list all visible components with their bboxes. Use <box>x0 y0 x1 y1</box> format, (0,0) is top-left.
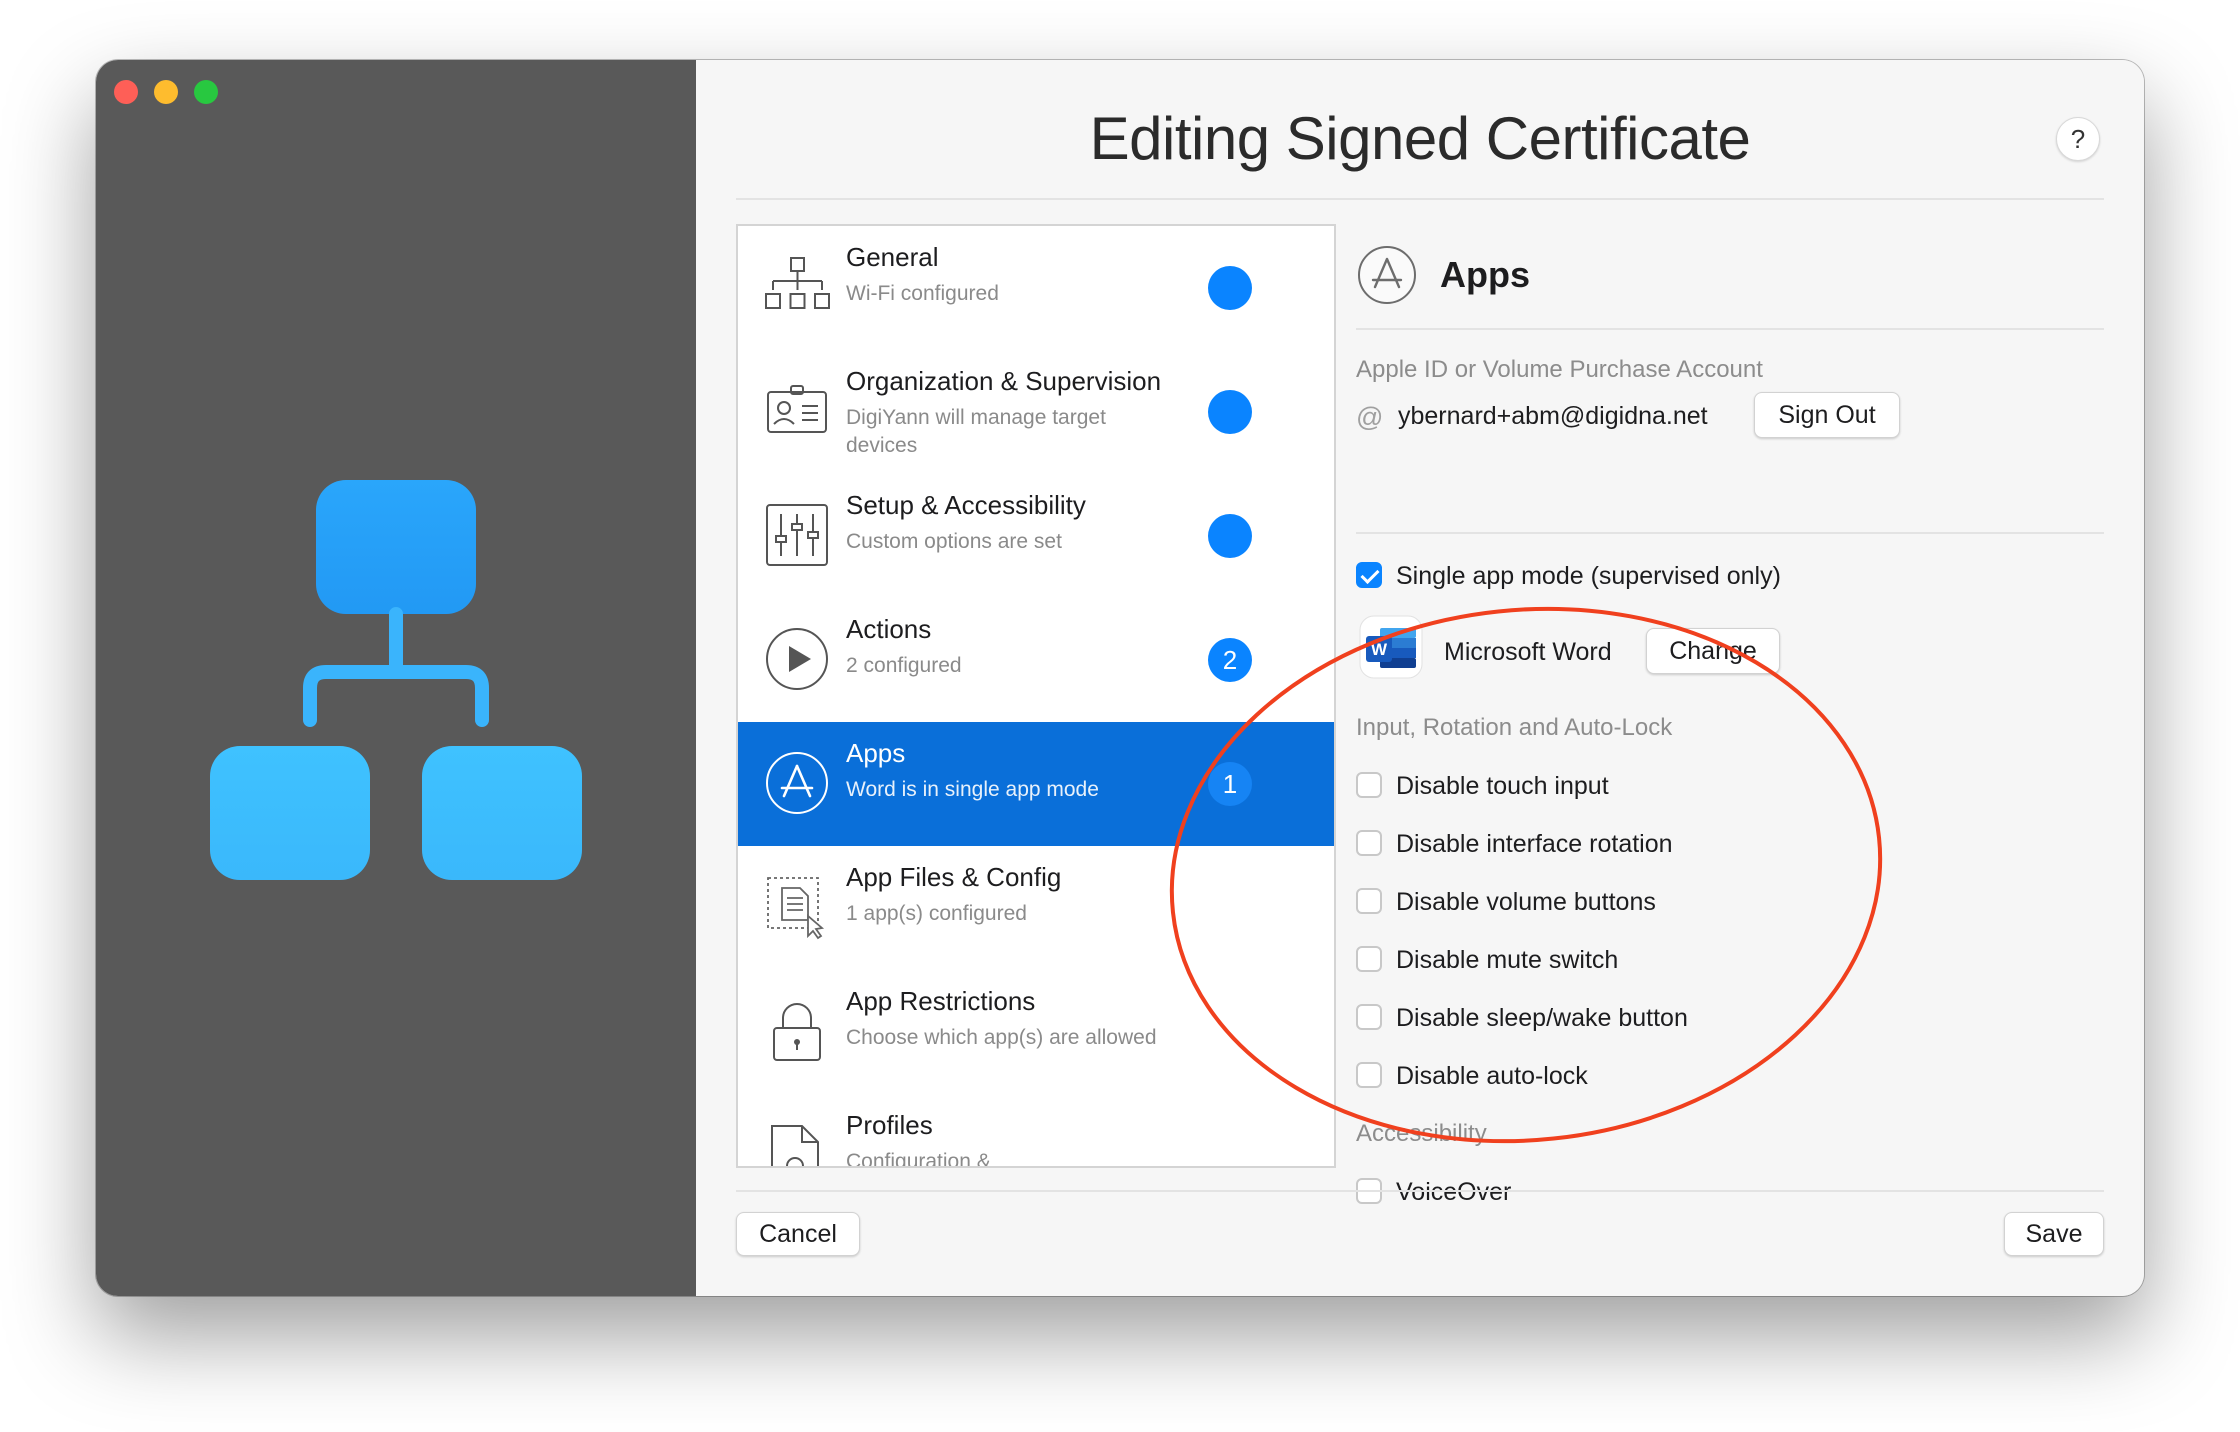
disable-sleep-wake-checkbox[interactable] <box>1356 1004 1382 1030</box>
section-title: Apps <box>1440 254 1530 295</box>
sliders-icon <box>766 504 828 566</box>
section-divider <box>1356 328 2104 330</box>
option-label: Disable interface rotation <box>1396 830 1673 858</box>
title-divider <box>736 198 2104 200</box>
app-store-icon <box>1358 246 1416 304</box>
sign-out-button[interactable]: Sign Out <box>1754 392 1900 438</box>
disable-volume-buttons-checkbox[interactable] <box>1356 888 1382 914</box>
single-app-mode-label: Single app mode (supervised only) <box>1396 562 1781 590</box>
sidebar-item-label: General <box>846 242 939 272</box>
main-pane: Editing Signed Certificate ? General Wi-… <box>696 60 2144 1296</box>
hierarchy-illustration-icon <box>210 480 582 880</box>
sections-list[interactable]: General Wi-Fi configured Organization & … <box>736 224 1336 1168</box>
help-button[interactable]: ? <box>2056 117 2100 161</box>
account-email: ybernard+abm@digidna.net <box>1398 402 1708 430</box>
sidebar-item-app-restrictions[interactable]: App Restrictions Choose which app(s) are… <box>738 970 1334 1094</box>
sidebar-item-sublabel: Choose which app(s) are allowed <box>846 1026 1157 1049</box>
sidebar-item-sublabel: Wi-Fi configured <box>846 282 999 305</box>
app-window: Editing Signed Certificate ? General Wi-… <box>96 60 2144 1296</box>
sidebar-item-setup[interactable]: Setup & Accessibility Custom options are… <box>738 474 1334 598</box>
sidebar-item-profiles[interactable]: Profiles Configuration & <box>738 1094 1334 1168</box>
sidebar-item-label: Organization & Supervision <box>846 366 1162 396</box>
sidebar-item-actions[interactable]: Actions 2 configured 2 <box>738 598 1334 722</box>
disable-interface-rotation-checkbox[interactable] <box>1356 830 1382 856</box>
sidebar-item-label: Profiles <box>846 1110 933 1140</box>
change-app-button[interactable]: Change <box>1646 628 1780 674</box>
option-label: Disable mute switch <box>1396 946 1619 974</box>
single-app-mode-checkbox[interactable] <box>1356 562 1382 588</box>
sidebar-item-sublabel: DigiYann will manage target devices <box>846 406 1106 457</box>
input-section-label: Input, Rotation and Auto-Lock <box>1356 714 1673 741</box>
sidebar-item-label: App Restrictions <box>846 986 1036 1016</box>
selected-app-name: Microsoft Word <box>1444 638 1612 666</box>
sidebar-item-sublabel: 2 configured <box>846 654 962 677</box>
profile-document-icon <box>771 1125 819 1166</box>
sidebar-item-label: App Files & Config <box>846 862 1062 892</box>
count-badge: 2 <box>1208 638 1252 682</box>
sidebar-item-label: Apps <box>846 738 906 768</box>
account-label: Apple ID or Volume Purchase Account <box>1356 356 1763 383</box>
at-sign-icon: @ <box>1356 402 1384 432</box>
left-pane <box>96 60 696 1296</box>
cancel-button[interactable]: Cancel <box>736 1212 860 1256</box>
lock-icon <box>773 1003 821 1061</box>
sidebar-item-sublabel: Word is in single app mode <box>846 778 1099 801</box>
disable-touch-input-checkbox[interactable] <box>1356 772 1382 798</box>
accessibility-section-label: Accessibility <box>1356 1120 1487 1147</box>
section-divider <box>1356 532 2104 534</box>
sidebar-item-organization[interactable]: Organization & Supervision DigiYann will… <box>738 350 1334 474</box>
sidebar-item-label: Actions <box>846 614 932 644</box>
sidebar-item-sublabel: 1 app(s) configured <box>846 902 1027 925</box>
file-config-icon <box>767 877 825 940</box>
disable-auto-lock-checkbox[interactable] <box>1356 1062 1382 1088</box>
disable-mute-switch-checkbox[interactable] <box>1356 946 1382 972</box>
status-dot <box>1208 390 1252 434</box>
sidebar-item-apps[interactable]: Apps Word is in single app mode 1 <box>738 722 1334 846</box>
sidebar-item-sublabel: Custom options are set <box>846 530 1062 553</box>
play-icon <box>766 628 828 690</box>
option-label: Disable touch input <box>1396 772 1609 800</box>
count-badge: 1 <box>1208 762 1252 806</box>
sidebar-item-sublabel: Configuration & <box>846 1150 991 1168</box>
id-card-icon <box>767 385 827 433</box>
svg-text:W: W <box>1371 640 1388 659</box>
sidebar-item-app-files[interactable]: App Files & Config 1 app(s) configured <box>738 846 1334 970</box>
microsoft-word-icon: W <box>1359 615 1423 679</box>
app-store-icon <box>766 752 828 814</box>
option-label: Disable auto-lock <box>1396 1062 1588 1090</box>
option-label: Disable volume buttons <box>1396 888 1656 916</box>
apps-detail-pane: Apps Apple ID or Volume Purchase Account… <box>1356 224 2104 1206</box>
status-dot <box>1208 266 1252 310</box>
status-dot <box>1208 514 1252 558</box>
footer-divider <box>736 1190 2104 1192</box>
option-label: VoiceOver <box>1396 1178 1512 1206</box>
hierarchy-icon <box>765 257 830 309</box>
save-button[interactable]: Save <box>2004 1212 2104 1256</box>
sidebar-item-general[interactable]: General Wi-Fi configured <box>738 226 1334 350</box>
window-title: Editing Signed Certificate <box>1089 105 1751 172</box>
option-label: Disable sleep/wake button <box>1396 1004 1688 1032</box>
sidebar-item-label: Setup & Accessibility <box>846 490 1086 520</box>
